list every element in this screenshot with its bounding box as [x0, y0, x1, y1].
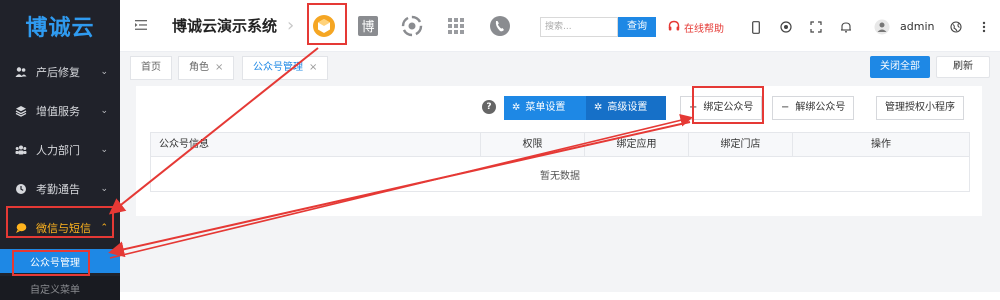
refresh-button[interactable]: 刷新 — [936, 56, 990, 78]
content-panel: ? ✲ 菜单设置 ✲ 高级设置 + 绑定公众号 − 解绑公众号 管理授权小程序 公众… — [136, 86, 982, 216]
fullscreen-icon[interactable] — [806, 17, 826, 37]
tabs-bar: 首页 角色 × 公众号管理 × 关闭全部 刷新 — [120, 52, 1000, 82]
close-icon[interactable]: × — [309, 62, 317, 73]
people-icon — [14, 65, 28, 79]
tab-home[interactable]: 首页 — [130, 56, 172, 80]
sidebar-item-label: 产后修复 — [36, 65, 80, 79]
top-bar: 博诚云演示系统 › 博 搜索... 查询 在线帮助 admin — [120, 0, 1000, 52]
sidebar-item-label: 人力部门 — [36, 143, 80, 157]
close-all-button[interactable]: 关闭全部 — [870, 56, 930, 78]
column-header: 公众号信息 — [151, 133, 481, 156]
sidebar-item-value-added[interactable]: 增值服务 ⌄ — [0, 91, 120, 130]
highlight-box-app-icon — [307, 3, 347, 45]
empty-state: 暂无数据 — [540, 170, 580, 182]
avatar[interactable] — [872, 17, 892, 37]
sidebar: 博诚云 产后修复 ⌄ 增值服务 ⌄ 人力部门 ⌄ 考勤通告 ⌄ 微信与短信 ⌃ — [0, 0, 120, 300]
advanced-settings-button[interactable]: ✲ 高级设置 — [586, 96, 666, 120]
chevron-down-icon: ⌄ — [100, 144, 108, 155]
sidebar-item-label: 增值服务 — [36, 104, 80, 118]
accounts-table: 公众号信息 权限 绑定应用 绑定门店 操作 暂无数据 — [150, 132, 970, 192]
sidebar-item-postpartum[interactable]: 产后修复 ⌄ — [0, 52, 120, 91]
sidebar-item-hr[interactable]: 人力部门 ⌄ — [0, 130, 120, 169]
layers-icon — [14, 104, 28, 118]
manage-miniprogram-button[interactable]: 管理授权小程序 — [876, 96, 964, 120]
system-title: 博诚云演示系统 — [172, 17, 278, 35]
gear-icon: ✲ — [512, 102, 521, 113]
online-help-link[interactable]: 在线帮助 — [668, 17, 724, 37]
clock-icon — [14, 182, 28, 196]
tab-label: 公众号管理 — [253, 62, 303, 73]
app-switch-icon-bo[interactable]: 博 — [354, 12, 382, 40]
mobile-icon[interactable] — [746, 17, 766, 37]
column-header: 操作 — [871, 139, 891, 150]
bell-icon[interactable] — [836, 17, 856, 37]
chevron-down-icon: ⌄ — [100, 183, 108, 194]
headset-icon — [668, 20, 680, 35]
help-icon[interactable]: ? — [482, 100, 496, 114]
close-icon[interactable]: × — [215, 62, 223, 73]
unbind-account-button[interactable]: − 解绑公众号 — [772, 96, 855, 120]
main-content: ? ✲ 菜单设置 ✲ 高级设置 + 绑定公众号 − 解绑公众号 管理授权小程序 公众… — [120, 82, 1000, 292]
logo: 博诚云 — [25, 16, 95, 41]
highlight-box-wechat-sms — [6, 206, 114, 238]
team-icon — [14, 143, 28, 157]
advanced-settings-label: 高级设置 — [607, 102, 648, 113]
tab-label: 角色 — [189, 62, 209, 73]
search-button[interactable]: 查询 — [618, 17, 656, 37]
column-header: 绑定应用 — [585, 133, 689, 156]
tab-role[interactable]: 角色 × — [178, 56, 235, 80]
online-help-label: 在线帮助 — [684, 23, 724, 35]
highlight-box-bind-account — [692, 86, 764, 124]
globe-icon[interactable] — [946, 17, 966, 37]
sidebar-item-label: 考勤通告 — [36, 182, 80, 196]
tab-official-account[interactable]: 公众号管理 × — [242, 56, 329, 80]
sidebar-item-attendance[interactable]: 考勤通告 ⌄ — [0, 169, 120, 208]
menu-settings-label: 菜单设置 — [525, 102, 566, 113]
chevron-down-icon: ⌄ — [100, 66, 108, 77]
tab-label: 首页 — [141, 62, 161, 73]
unbind-account-label: 解绑公众号 — [795, 102, 846, 113]
app-switch-icon-swirl[interactable] — [398, 12, 426, 40]
user-name[interactable]: admin — [900, 17, 934, 37]
gear-icon: ✲ — [594, 102, 603, 113]
record-icon[interactable] — [776, 17, 796, 37]
menu-settings-button[interactable]: ✲ 菜单设置 — [504, 96, 586, 120]
search-input[interactable]: 搜索... — [540, 17, 618, 37]
minus-icon: − — [781, 102, 790, 113]
menu-fold-icon[interactable] — [128, 18, 154, 34]
app-switch-icon-grid[interactable] — [442, 12, 470, 40]
highlight-box-official-account — [12, 250, 90, 276]
table-header: 公众号信息 权限 绑定应用 绑定门店 操作 — [151, 133, 969, 157]
more-vertical-icon[interactable] — [974, 17, 994, 37]
chevron-right-icon: › — [287, 15, 295, 36]
submenu-item-custom-menu[interactable]: 自定义菜单 — [0, 276, 120, 300]
column-header: 绑定门店 — [689, 133, 793, 156]
app-switch-icon-phone[interactable] — [486, 12, 514, 40]
column-header: 权限 — [481, 133, 585, 156]
chevron-down-icon: ⌄ — [100, 105, 108, 116]
svg-text:博: 博 — [362, 20, 375, 35]
